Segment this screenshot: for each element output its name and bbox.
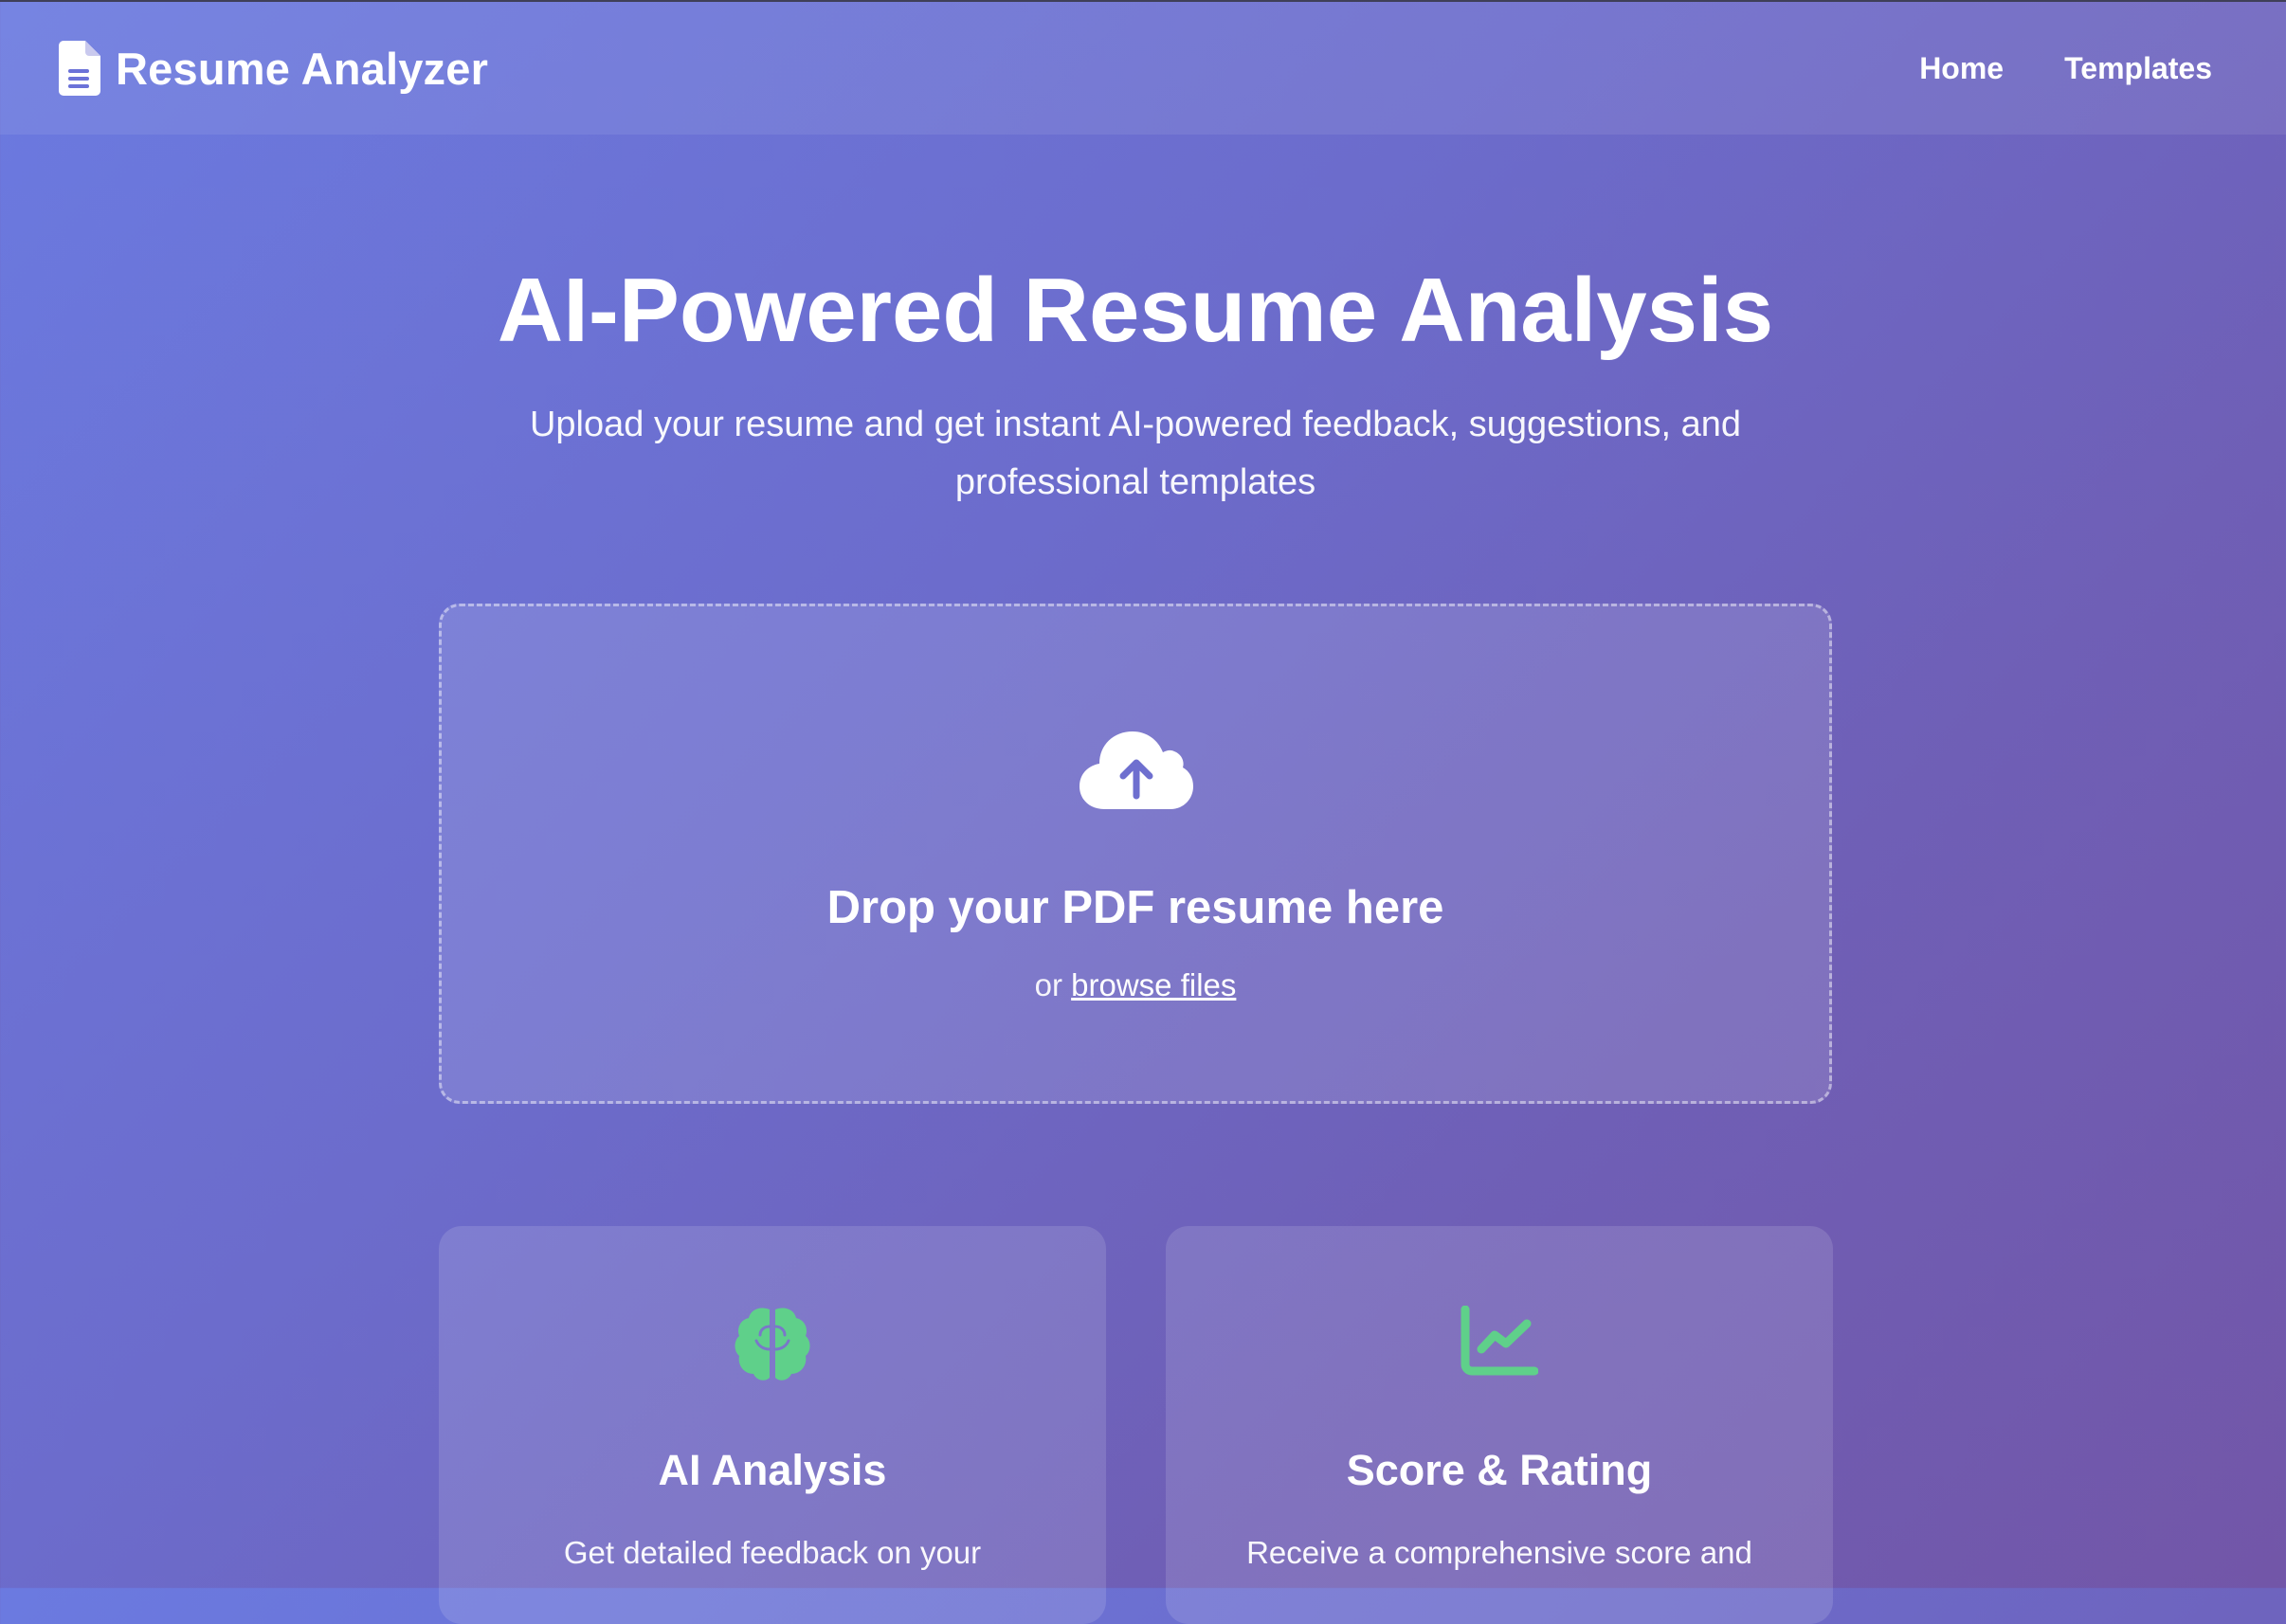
document-icon xyxy=(59,41,100,96)
hero-title: AI-Powered Resume Analysis xyxy=(497,260,1774,361)
brain-icon xyxy=(734,1306,811,1386)
nav-home-link[interactable]: Home xyxy=(1919,51,2004,86)
chart-line-icon xyxy=(1460,1305,1539,1380)
browse-files-link[interactable]: browse files xyxy=(1071,967,1236,1002)
cloud-upload-icon xyxy=(1080,728,1193,816)
dropzone-hint: or browse files xyxy=(442,967,1829,1003)
brand[interactable]: Resume Analyzer xyxy=(59,41,488,96)
feature-title: AI Analysis xyxy=(658,1446,887,1494)
feature-description: Get detailed feedback on your xyxy=(563,1535,982,1570)
feature-card-ai-analysis: AI Analysis Get detailed feedback on you… xyxy=(439,1226,1106,1624)
brand-title: Resume Analyzer xyxy=(116,43,489,94)
dropzone-title: Drop your PDF resume here xyxy=(826,882,1444,933)
navbar: Resume Analyzer Home Templates xyxy=(0,2,2286,135)
resume-dropzone[interactable]: Drop your PDF resume here or browse file… xyxy=(439,604,1832,1104)
feature-title: Score & Rating xyxy=(1346,1446,1653,1494)
feature-description: Receive a comprehensive score and xyxy=(1246,1535,1752,1570)
hero-subtitle: Upload your resume and get instant AI-po… xyxy=(529,405,1742,502)
dropzone-or-text: or xyxy=(1034,967,1062,1002)
main-nav: Home Templates xyxy=(1919,51,2212,86)
feature-card-score-rating: Score & Rating Receive a comprehensive s… xyxy=(1166,1226,1833,1624)
nav-templates-link[interactable]: Templates xyxy=(2064,51,2212,86)
